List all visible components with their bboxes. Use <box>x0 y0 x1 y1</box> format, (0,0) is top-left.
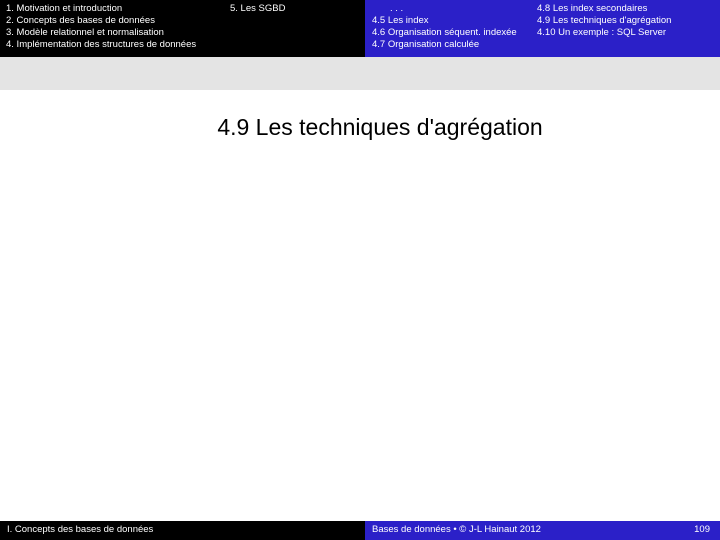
footer-chapter-label: I. Concepts des bases de données <box>7 524 154 535</box>
footer-page-number: 109 <box>694 524 710 535</box>
nav-item-section-4-10[interactable]: 4.10 Un exemple : SQL Server <box>537 27 666 39</box>
header-nav-right: . . . 4.5 Les index 4.6 Organisation séq… <box>365 0 720 57</box>
nav-item-section-4-9[interactable]: 4.9 Les techniques d'agrégation <box>537 15 671 27</box>
nav-item-chapter-5[interactable]: 5. Les SGBD <box>230 3 285 15</box>
nav-item-chapter-1[interactable]: 1. Motivation et introduction <box>6 3 122 15</box>
header-nav-left: 1. Motivation et introduction 2. Concept… <box>0 0 365 57</box>
nav-item-chapter-2[interactable]: 2. Concepts des bases de données <box>6 15 155 27</box>
footer-left: I. Concepts des bases de données <box>0 521 365 540</box>
nav-item-chapter-4[interactable]: 4. Implémentation des structures de donn… <box>6 39 196 51</box>
nav-item-section-4-7[interactable]: 4.7 Organisation calculée <box>372 39 479 51</box>
nav-item-section-4-6[interactable]: 4.6 Organisation séquent. indexée <box>372 27 517 39</box>
header-divider-band <box>0 57 720 90</box>
nav-item-section-4-8[interactable]: 4.8 Les index secondaires <box>537 3 647 15</box>
nav-ellipsis: . . . <box>390 3 404 14</box>
footer-right: Bases de données • © J-L Hainaut 2012 10… <box>365 521 720 540</box>
nav-item-chapter-3[interactable]: 3. Modèle relationnel et normalisation <box>6 27 164 39</box>
footer-copyright: Bases de données • © J-L Hainaut 2012 <box>372 524 541 535</box>
slide-title: 4.9 Les techniques d'agrégation <box>217 114 543 140</box>
nav-item-section-4-5[interactable]: 4.5 Les index <box>372 15 429 27</box>
